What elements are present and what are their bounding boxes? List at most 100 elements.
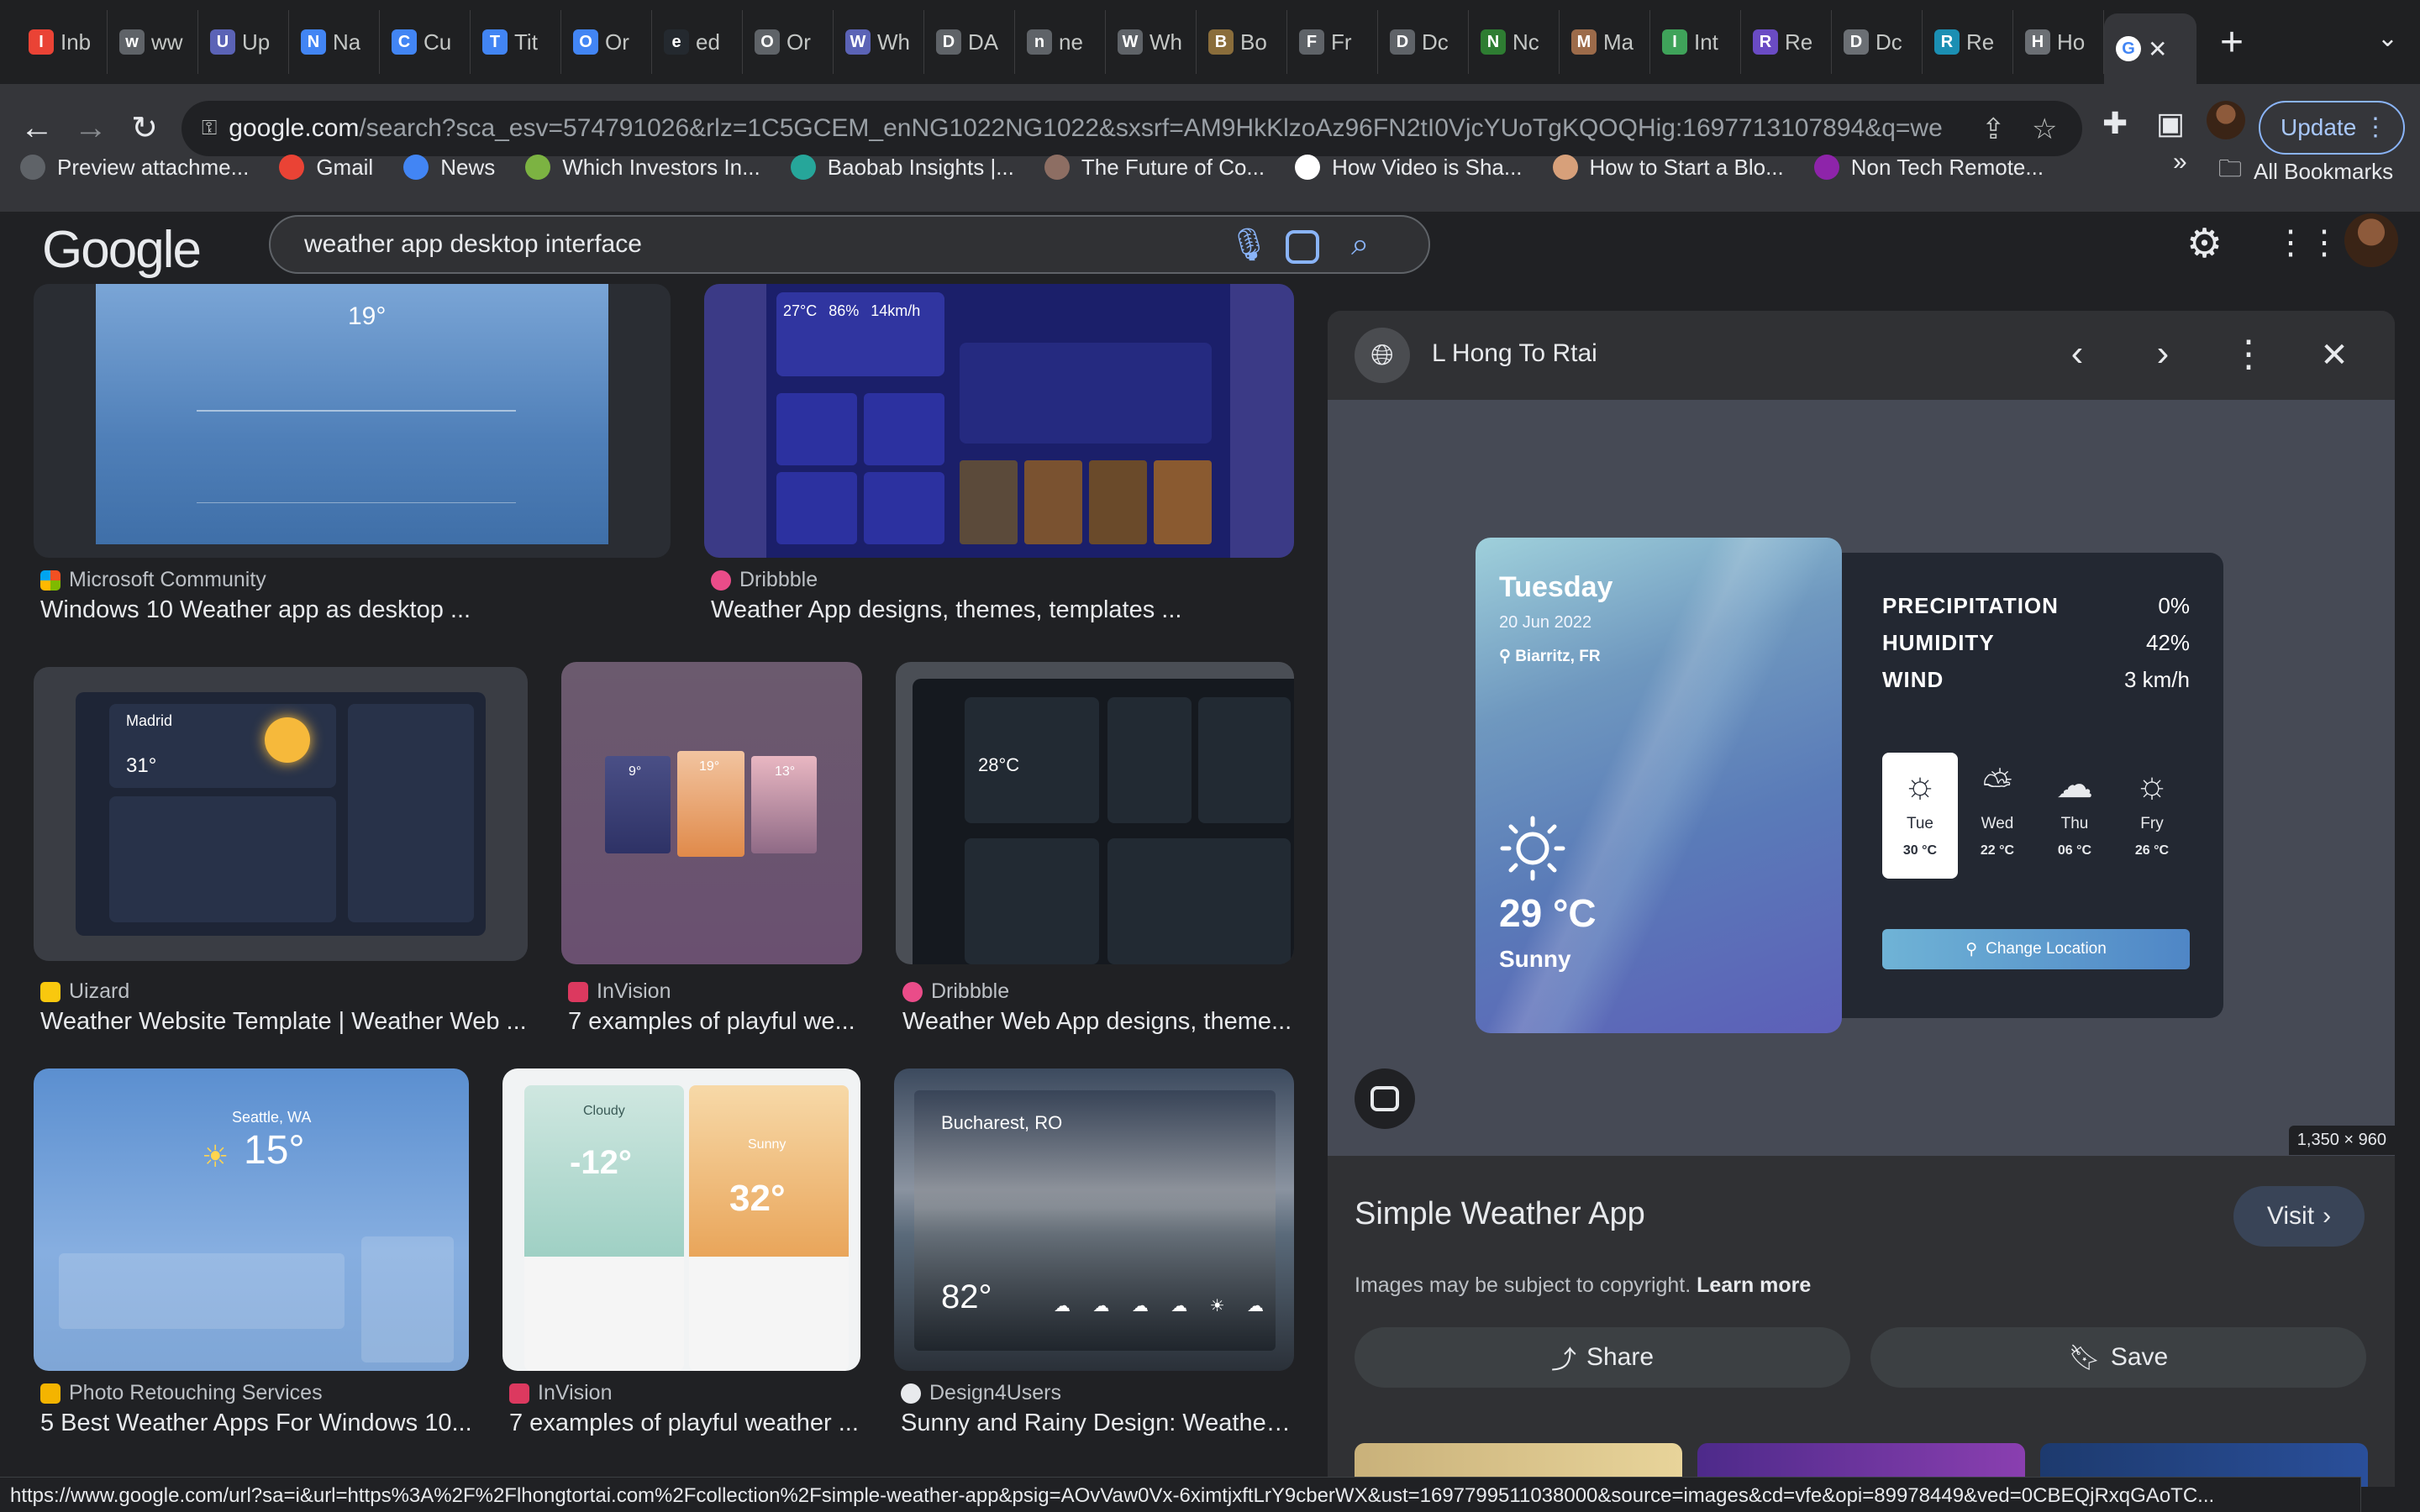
tab[interactable]: n ne (1015, 10, 1106, 74)
share-icon[interactable]: ⇪ (1981, 113, 2006, 146)
result-thumbnail[interactable]: Seattle, WA 15° ☀ (34, 1068, 469, 1371)
bookmark-item[interactable]: Baobab Insights |... (790, 155, 1014, 181)
tab[interactable]: H Ho (2013, 10, 2104, 74)
result-thumbnail[interactable]: 27°C 86% 14km/h (704, 284, 1294, 558)
bookmark-item[interactable]: How to Start a Blo... (1552, 155, 1784, 181)
google-logo[interactable]: Google (42, 220, 202, 280)
result-caption[interactable]: 7 examples of playful we... (568, 1008, 862, 1036)
new-tab-button[interactable]: + (2207, 17, 2257, 67)
result-thumbnail[interactable]: Bucharest, RO 82° ☁ ☁ ☁ ☁ ☀ ☁ (894, 1068, 1294, 1371)
bookmark-item[interactable]: Non Tech Remote... (1813, 155, 2044, 181)
result-caption[interactable]: 7 examples of playful weather ... (509, 1410, 862, 1437)
forecast-day[interactable]: ☼ Tue 30 °C (1882, 753, 1958, 879)
bookmark-item[interactable]: Gmail (279, 155, 373, 181)
all-bookmarks-button[interactable]: 🗀 All Bookmarks (2218, 151, 2393, 192)
bookmark-label: News (440, 154, 496, 180)
tab[interactable]: N Na (289, 10, 380, 74)
back-button[interactable]: ← (13, 104, 60, 151)
tab[interactable]: I Inb (17, 10, 108, 74)
forecast-day[interactable]: ☁︎ Thu 06 °C (2037, 753, 2112, 879)
tab[interactable]: U Up (198, 10, 289, 74)
bookmark-item[interactable]: Preview attachme... (20, 155, 249, 181)
result-caption[interactable]: Windows 10 Weather app as desktop ... (40, 596, 662, 624)
result-thumbnail[interactable]: 28°C (896, 662, 1294, 964)
forecast-day[interactable]: ⛅︎ Wed 22 °C (1960, 753, 2035, 879)
tab[interactable]: D Dc (1832, 10, 1923, 74)
forecast-day[interactable]: ☼ Fry 26 °C (2114, 753, 2190, 879)
menu-dots-icon[interactable]: ⋮ (2363, 113, 2388, 142)
tab[interactable]: T Tit (471, 10, 561, 74)
bookmark-item[interactable]: How Video is Sha... (1295, 154, 1523, 181)
close-panel-button[interactable]: ✕ (2311, 336, 2358, 375)
update-button[interactable]: Update ⋮ (2259, 101, 2405, 155)
dribbble-icon (711, 570, 731, 591)
extensions-icon[interactable]: ✚ (2102, 106, 2128, 141)
result-thumbnail[interactable]: Cloudy -12° Sunny 32° (502, 1068, 860, 1371)
bookmark-star-icon[interactable]: ☆ (2032, 113, 2057, 146)
settings-gear-icon[interactable]: ⚙ (2186, 220, 2223, 267)
design4users-icon (901, 1383, 921, 1404)
tab[interactable]: O Or (561, 10, 652, 74)
share-button[interactable]: ⤴ Share (1355, 1327, 1850, 1388)
more-options-button[interactable]: ⋮ (2225, 333, 2272, 375)
result-thumbnail[interactable]: 9° 19° 13° (561, 662, 862, 964)
thumb-city: Madrid (126, 712, 173, 729)
tab[interactable]: I Int (1650, 10, 1741, 74)
side-panel-icon[interactable]: ▣ (2156, 106, 2185, 141)
bookmark-item[interactable]: Which Investors In... (525, 155, 760, 181)
tab[interactable]: D Dc (1378, 10, 1469, 74)
bookmark-label: How Video is Sha... (1332, 154, 1523, 180)
tab[interactable]: D DA (924, 10, 1015, 74)
change-location-button[interactable]: ⚲ Change Location (1882, 929, 2190, 969)
tab[interactable]: F Fr (1287, 10, 1378, 74)
site-info-icon[interactable]: ⚿ (202, 117, 217, 140)
result-caption[interactable]: Weather Website Template | Weather Web .… (40, 1008, 528, 1036)
search-icon[interactable]: ⌕ (1351, 227, 1369, 263)
tab-search-chevron-icon[interactable]: ⌄ (2377, 24, 2398, 53)
ai-icon: R (1753, 29, 1778, 55)
tab[interactable]: C Cu (380, 10, 471, 74)
tab[interactable]: N Nc (1469, 10, 1560, 74)
visit-button[interactable]: Visit › (2233, 1186, 2365, 1247)
bookmarks-bar: Preview attachme... Gmail News Which Invest… (0, 148, 2420, 186)
tab[interactable]: B Bo (1197, 10, 1287, 74)
search-box[interactable]: 🎙 ⌕ (269, 215, 1430, 274)
lens-icon[interactable] (1286, 230, 1319, 264)
result-thumbnail[interactable]: Madrid 31° (34, 667, 528, 961)
result-caption[interactable]: Weather App designs, themes, templates .… (711, 596, 1291, 624)
next-result-button[interactable]: › (2139, 333, 2186, 375)
voice-search-icon[interactable]: 🎙 (1228, 227, 1269, 264)
account-avatar[interactable] (2344, 213, 2398, 267)
tab[interactable]: M Ma (1560, 10, 1650, 74)
preview-image[interactable]: Tuesday 20 Jun 2022 ⚲ Biarritz, FR 29 °C… (1328, 400, 2395, 1156)
profile-avatar-icon[interactable] (2207, 101, 2245, 139)
result-thumbnail[interactable]: 19° (34, 284, 671, 558)
result-caption[interactable]: Weather Web App designs, theme... (902, 1008, 1297, 1036)
tab[interactable]: R Re (1923, 10, 2013, 74)
close-tab-icon[interactable]: ✕ (2148, 35, 2167, 63)
tab[interactable]: e ed (652, 10, 743, 74)
lens-search-button[interactable] (1355, 1068, 1415, 1129)
tab[interactable]: W Wh (1106, 10, 1197, 74)
tab[interactable]: W Wh (834, 10, 924, 74)
learn-more-link[interactable]: Learn more (1697, 1273, 1811, 1297)
forward-button[interactable]: → (67, 104, 114, 151)
tab-active[interactable]: G ✕ (2104, 13, 2196, 84)
tab[interactable]: R Re (1741, 10, 1832, 74)
bookmark-item[interactable]: The Future of Co... (1044, 155, 1265, 181)
bookmark-item[interactable]: News (403, 155, 495, 181)
result-source: InVision (597, 979, 671, 1003)
reload-button[interactable]: ↻ (121, 104, 168, 151)
save-button[interactable]: 🔖︎ Save (1870, 1327, 2366, 1388)
search-input[interactable] (304, 230, 1144, 259)
panel-title[interactable]: Simple Weather App (1355, 1196, 1645, 1232)
bookmarks-overflow-icon[interactable]: » (2173, 148, 2187, 176)
tab[interactable]: O Or (743, 10, 834, 74)
result-caption[interactable]: Sunny and Rainy Design: Weather ... (901, 1410, 1296, 1437)
previous-result-button[interactable]: ‹ (2054, 333, 2101, 375)
result-caption[interactable]: 5 Best Weather Apps For Windows 10... (40, 1410, 477, 1437)
panel-site-name[interactable]: L Hong To Rtai (1432, 339, 1597, 368)
sun-icon (265, 717, 310, 763)
tab[interactable]: w ww (108, 10, 198, 74)
location-pin-icon: ⚲ (1965, 940, 1978, 958)
